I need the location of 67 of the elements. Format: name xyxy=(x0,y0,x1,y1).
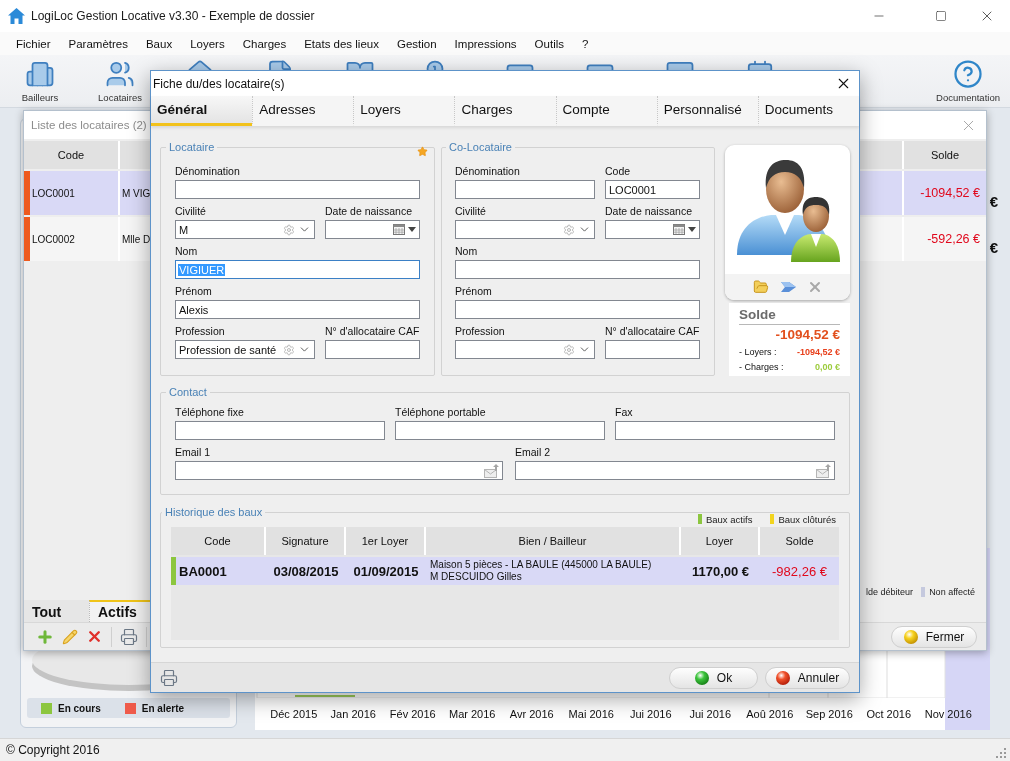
field-label: Civilité xyxy=(455,204,486,218)
table-cell: LOC0001 xyxy=(32,187,75,199)
month-label: Jui 2016 xyxy=(629,708,672,720)
table-cell: -982,26 € xyxy=(772,563,827,579)
month-label: Mar 2016 xyxy=(449,708,496,720)
table-cell: Mlle D xyxy=(122,233,151,245)
legend-label: En cours xyxy=(58,702,101,714)
balance-value: -1094,52 € xyxy=(796,347,840,357)
field-label: Fax xyxy=(615,405,633,419)
table-cell: M VIG xyxy=(122,187,151,199)
table-cell: M DESCUIDO Gilles xyxy=(430,571,522,583)
group-title: Contact xyxy=(168,385,208,399)
month-label: Nov 2016 xyxy=(924,708,972,720)
legend-label: Baux clôturés xyxy=(778,513,836,525)
legend-label: lde débiteur xyxy=(866,587,914,597)
field-label: Dénomination xyxy=(175,164,240,178)
balance-label: - Charges : xyxy=(739,362,784,372)
group-title: Co-Locataire xyxy=(448,140,513,154)
field-label: Email 2 xyxy=(515,445,550,459)
month-label: Fév 2016 xyxy=(389,708,436,720)
field-label: Email 1 xyxy=(175,445,210,459)
table-cell: 03/08/2015 xyxy=(273,563,339,579)
balance-value: 0,00 € xyxy=(814,362,840,372)
table-cell: LOC0002 xyxy=(32,233,75,245)
table-cell-text: -592,26 € xyxy=(927,232,981,246)
table-cell-text: -1094,52 € xyxy=(920,186,981,200)
legend-label: Non affecté xyxy=(929,587,975,597)
month-label: Oct 2016 xyxy=(866,708,912,720)
table-cell: 01/09/2015 xyxy=(353,563,419,579)
field-label: Prénom xyxy=(175,284,212,298)
month-label: Sep 2016 xyxy=(805,708,853,720)
balance-amount: -1094,52 € xyxy=(775,327,840,342)
month-label: Aoû 2016 xyxy=(746,708,794,720)
field-label: Date de naissance xyxy=(325,204,412,218)
field-label: Date de naissance xyxy=(605,204,692,218)
month-label: Mai 2016 xyxy=(568,708,614,720)
field-label: Profession xyxy=(175,324,225,338)
month-label: Déc 2015 xyxy=(270,708,318,720)
field-label: Téléphone fixe xyxy=(175,405,244,419)
balance-label: - Loyers : xyxy=(739,347,777,357)
status-text: © Copyright 2016 xyxy=(6,743,100,757)
field-label: N° d'allocataire CAF xyxy=(325,324,420,338)
field-label: Téléphone portable xyxy=(395,405,486,419)
legend-label: Baux actifs xyxy=(705,513,753,525)
dialog-title: Fiche du/des locataire(s) xyxy=(153,76,285,91)
table-cell: 1170,00 € xyxy=(691,563,750,579)
window-title: LogiLoc Gestion Locative v3.30 - Exemple de dossier xyxy=(31,9,315,23)
table-cell-text: € xyxy=(989,192,998,212)
legend-label: En alerte xyxy=(141,702,185,714)
field-label: Profession xyxy=(455,324,505,338)
field-label: Nom xyxy=(175,244,198,258)
field-label: Nom xyxy=(455,244,478,258)
field-label: Prénom xyxy=(455,284,492,298)
table-cell: BA0001 xyxy=(179,563,227,579)
month-label: Jui 2016 xyxy=(689,708,732,720)
month-label: Avr 2016 xyxy=(509,708,554,720)
field-label: Civilité xyxy=(175,204,206,218)
month-label: Jan 2016 xyxy=(330,708,376,720)
field-label: Code xyxy=(605,164,631,178)
balance-title: Solde xyxy=(739,307,776,322)
group-title: Historique des baux xyxy=(164,505,264,519)
group-title: Locataire xyxy=(168,140,216,154)
field-label: N° d'allocataire CAF xyxy=(605,324,700,338)
window-title: Liste des locataires (2) xyxy=(31,119,147,131)
table-cell: Maison 5 pièces - LA BAULE (445000 LA BAULE) xyxy=(430,559,652,571)
field-label: Dénomination xyxy=(455,164,520,178)
table-cell-text: € xyxy=(989,238,998,258)
